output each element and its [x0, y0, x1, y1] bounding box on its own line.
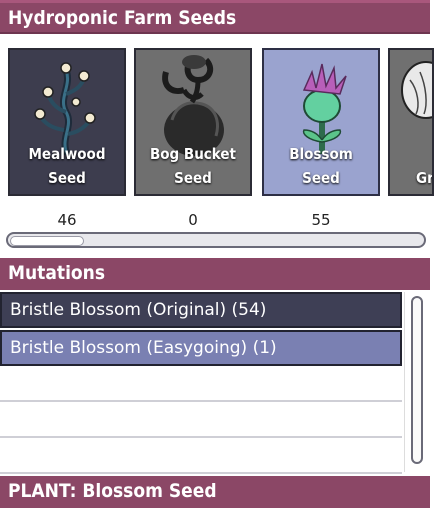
seed-card-partial[interactable]: Gr	[388, 48, 434, 196]
seed-scrollbar[interactable]	[6, 232, 426, 248]
list-item-empty	[0, 366, 402, 402]
seed-card-label: Bog Bucket Seed	[150, 145, 236, 187]
mutation-scrollbar[interactable]	[404, 292, 431, 472]
list-item-empty	[0, 438, 402, 474]
partial-seed-icon	[401, 61, 432, 119]
plant-footer: PLANT: Blossom Seed	[0, 476, 430, 508]
mutation-item-easygoing[interactable]: Bristle Blossom (Easygoing) (1)	[0, 330, 402, 366]
seed-card-label: Mealwood Seed	[28, 145, 106, 187]
seed-card-blossom[interactable]: Blossom Seed	[262, 48, 380, 196]
seed-count-bog-bucket: 0	[188, 211, 198, 229]
mutation-scrollbar-thumb[interactable]	[411, 296, 423, 464]
seed-card-label: Gr	[416, 169, 434, 187]
seeds-panel-header: Hydroponic Farm Seeds	[0, 0, 430, 34]
seed-card-mealwood[interactable]: Mealwood Seed	[8, 48, 126, 196]
seed-count-mealwood: 46	[57, 211, 77, 229]
seed-scrollbar-thumb[interactable]	[10, 236, 84, 246]
mutation-list: Bristle Blossom (Original) (54) Bristle …	[0, 292, 402, 474]
mutation-item-original[interactable]: Bristle Blossom (Original) (54)	[0, 292, 402, 328]
mutations-header: Mutations	[0, 258, 430, 290]
list-item-empty	[0, 402, 402, 438]
seed-card-label: Blossom Seed	[289, 145, 353, 187]
seed-count-blossom: 55	[311, 211, 331, 229]
seed-card-bog-bucket[interactable]: Bog Bucket Seed	[134, 48, 252, 196]
